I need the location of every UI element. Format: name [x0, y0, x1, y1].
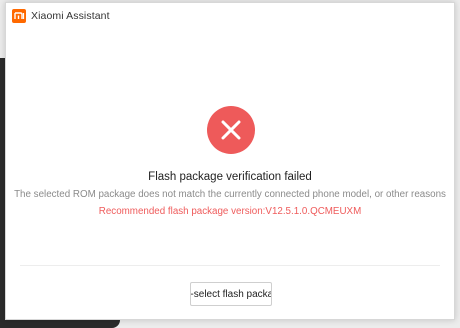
- error-x-icon: [207, 106, 255, 154]
- recommended-version-line: Recommended flash package version:V12.5.…: [6, 206, 454, 217]
- reselect-package-label: Re-select flash package: [190, 288, 271, 300]
- title-bar: Xiaomi Assistant: [6, 3, 454, 29]
- reselect-package-button[interactable]: Re-select flash package: [190, 282, 272, 306]
- mi-logo-icon: [12, 9, 26, 23]
- divider: [20, 265, 440, 266]
- recommended-label: Recommended flash package version:: [98, 206, 266, 217]
- recommended-version: V12.5.1.0.QCMEUXM: [265, 206, 362, 217]
- window-title: Xiaomi Assistant: [31, 10, 110, 22]
- error-detail: The selected ROM package does not match …: [14, 189, 446, 200]
- dialog-window: Xiaomi Assistant Flash package verificat…: [5, 2, 455, 320]
- error-headline: Flash package verification failed: [148, 171, 312, 183]
